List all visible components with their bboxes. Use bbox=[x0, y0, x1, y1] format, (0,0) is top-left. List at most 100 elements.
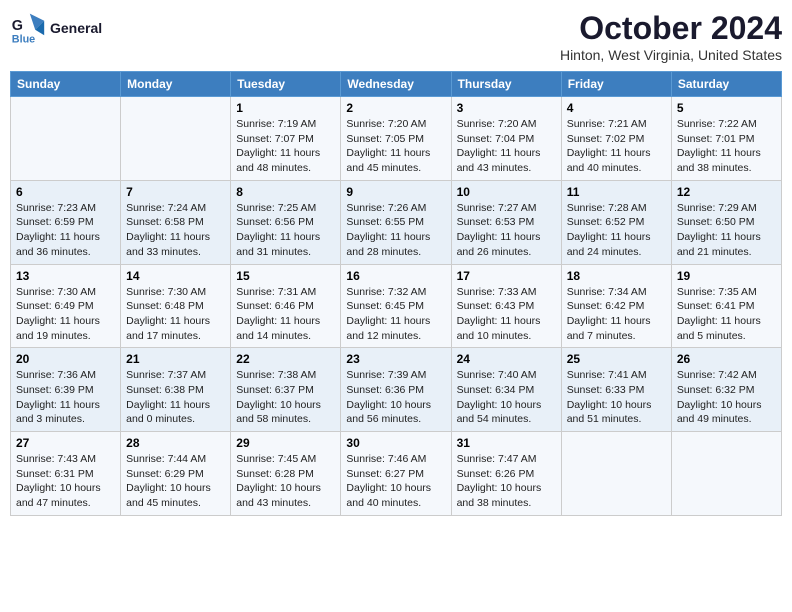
calendar-cell: 3Sunrise: 7:20 AM Sunset: 7:04 PM Daylig… bbox=[451, 97, 561, 181]
calendar-cell: 14Sunrise: 7:30 AM Sunset: 6:48 PM Dayli… bbox=[121, 264, 231, 348]
calendar-cell: 26 Sunrise: 7:42 AM Sunset: 6:32 PM Dayli… bbox=[671, 348, 781, 432]
day-number: 7 bbox=[126, 185, 225, 199]
calendar-cell bbox=[671, 432, 781, 516]
day-number: 19 bbox=[677, 269, 776, 283]
day-number: 5 bbox=[677, 101, 776, 115]
calendar-cell: 21 Sunrise: 7:37 AM Sunset: 6:38 PM Dayli… bbox=[121, 348, 231, 432]
calendar-week-row: 20 Sunrise: 7:36 AM Sunset: 6:39 PM Dayli… bbox=[11, 348, 782, 432]
day-info: Sunrise: 7:42 AM Sunset: 6:32 PM Dayligh… bbox=[677, 368, 776, 427]
day-info: Sunrise: 7:37 AM Sunset: 6:38 PM Dayligh… bbox=[126, 368, 225, 427]
day-info: Sunrise: 7:34 AM Sunset: 6:42 PM Dayligh… bbox=[567, 285, 666, 344]
day-number: 15 bbox=[236, 269, 335, 283]
day-number: 2 bbox=[346, 101, 445, 115]
day-info: Sunrise: 7:21 AM Sunset: 7:02 PM Dayligh… bbox=[567, 117, 666, 176]
day-number: 9 bbox=[346, 185, 445, 199]
calendar-week-row: 1 Sunrise: 7:19 AM Sunset: 7:07 PM Daylig… bbox=[11, 97, 782, 181]
day-number: 12 bbox=[677, 185, 776, 199]
calendar-cell: 1 Sunrise: 7:19 AM Sunset: 7:07 PM Daylig… bbox=[231, 97, 341, 181]
day-number: 24 bbox=[457, 352, 556, 366]
day-info: Sunrise: 7:26 AM Sunset: 6:55 PM Dayligh… bbox=[346, 201, 445, 260]
day-number: 30 bbox=[346, 436, 445, 450]
day-info: Sunrise: 7:44 AM Sunset: 6:29 PM Dayligh… bbox=[126, 452, 225, 511]
calendar-cell: 5 Sunrise: 7:22 AM Sunset: 7:01 PM Daylig… bbox=[671, 97, 781, 181]
day-info: Sunrise: 7:28 AM Sunset: 6:52 PM Dayligh… bbox=[567, 201, 666, 260]
day-number: 6 bbox=[16, 185, 115, 199]
day-number: 28 bbox=[126, 436, 225, 450]
day-info: Sunrise: 7:27 AM Sunset: 6:53 PM Dayligh… bbox=[457, 201, 556, 260]
day-info: Sunrise: 7:32 AM Sunset: 6:45 PM Dayligh… bbox=[346, 285, 445, 344]
svg-text:Blue: Blue bbox=[12, 33, 35, 45]
calendar-cell bbox=[121, 97, 231, 181]
calendar-cell: 15 Sunrise: 7:31 AM Sunset: 6:46 PM Dayli… bbox=[231, 264, 341, 348]
weekday-header: Friday bbox=[561, 72, 671, 97]
day-info: Sunrise: 7:45 AM Sunset: 6:28 PM Dayligh… bbox=[236, 452, 335, 511]
title-block: October 2024 Hinton, West Virginia, Unit… bbox=[560, 10, 782, 63]
day-info: Sunrise: 7:43 AM Sunset: 6:31 PM Dayligh… bbox=[16, 452, 115, 511]
day-info: Sunrise: 7:19 AM Sunset: 7:07 PM Dayligh… bbox=[236, 117, 335, 176]
day-info: Sunrise: 7:23 AM Sunset: 6:59 PM Dayligh… bbox=[16, 201, 115, 260]
calendar-header-row: SundayMondayTuesdayWednesdayThursdayFrid… bbox=[11, 72, 782, 97]
day-number: 16 bbox=[346, 269, 445, 283]
day-number: 8 bbox=[236, 185, 335, 199]
day-info: Sunrise: 7:31 AM Sunset: 6:46 PM Dayligh… bbox=[236, 285, 335, 344]
day-number: 26 bbox=[677, 352, 776, 366]
day-number: 21 bbox=[126, 352, 225, 366]
day-number: 18 bbox=[567, 269, 666, 283]
weekday-header: Monday bbox=[121, 72, 231, 97]
calendar-cell: 25Sunrise: 7:41 AM Sunset: 6:33 PM Dayli… bbox=[561, 348, 671, 432]
day-number: 25 bbox=[567, 352, 666, 366]
calendar-cell: 28 Sunrise: 7:44 AM Sunset: 6:29 PM Dayli… bbox=[121, 432, 231, 516]
day-number: 17 bbox=[457, 269, 556, 283]
day-number: 4 bbox=[567, 101, 666, 115]
day-info: Sunrise: 7:36 AM Sunset: 6:39 PM Dayligh… bbox=[16, 368, 115, 427]
logo: G Blue General bbox=[10, 10, 102, 46]
calendar-cell: 11 Sunrise: 7:28 AM Sunset: 6:52 PM Dayli… bbox=[561, 180, 671, 264]
calendar-week-row: 13 Sunrise: 7:30 AM Sunset: 6:49 PM Dayli… bbox=[11, 264, 782, 348]
day-info: Sunrise: 7:35 AM Sunset: 6:41 PM Dayligh… bbox=[677, 285, 776, 344]
calendar-cell: 29Sunrise: 7:45 AM Sunset: 6:28 PM Dayli… bbox=[231, 432, 341, 516]
calendar-cell: 16 Sunrise: 7:32 AM Sunset: 6:45 PM Dayli… bbox=[341, 264, 451, 348]
day-number: 11 bbox=[567, 185, 666, 199]
day-number: 20 bbox=[16, 352, 115, 366]
calendar-cell: 9 Sunrise: 7:26 AM Sunset: 6:55 PM Daylig… bbox=[341, 180, 451, 264]
calendar-cell: 30 Sunrise: 7:46 AM Sunset: 6:27 PM Dayli… bbox=[341, 432, 451, 516]
day-info: Sunrise: 7:30 AM Sunset: 6:48 PM Dayligh… bbox=[126, 285, 225, 344]
day-info: Sunrise: 7:39 AM Sunset: 6:36 PM Dayligh… bbox=[346, 368, 445, 427]
weekday-header: Saturday bbox=[671, 72, 781, 97]
calendar-cell: 8 Sunrise: 7:25 AM Sunset: 6:56 PM Daylig… bbox=[231, 180, 341, 264]
day-info: Sunrise: 7:22 AM Sunset: 7:01 PM Dayligh… bbox=[677, 117, 776, 176]
day-number: 10 bbox=[457, 185, 556, 199]
day-info: Sunrise: 7:30 AM Sunset: 6:49 PM Dayligh… bbox=[16, 285, 115, 344]
calendar-cell: 19 Sunrise: 7:35 AM Sunset: 6:41 PM Dayli… bbox=[671, 264, 781, 348]
day-number: 27 bbox=[16, 436, 115, 450]
location: Hinton, West Virginia, United States bbox=[560, 47, 782, 63]
calendar-cell: 24 Sunrise: 7:40 AM Sunset: 6:34 PM Dayli… bbox=[451, 348, 561, 432]
logo-text: General bbox=[50, 20, 102, 37]
day-number: 31 bbox=[457, 436, 556, 450]
day-info: Sunrise: 7:46 AM Sunset: 6:27 PM Dayligh… bbox=[346, 452, 445, 511]
calendar-cell: 4 Sunrise: 7:21 AM Sunset: 7:02 PM Daylig… bbox=[561, 97, 671, 181]
day-number: 13 bbox=[16, 269, 115, 283]
calendar-cell: 7 Sunrise: 7:24 AM Sunset: 6:58 PM Daylig… bbox=[121, 180, 231, 264]
day-number: 1 bbox=[236, 101, 335, 115]
calendar-cell: 31 Sunrise: 7:47 AM Sunset: 6:26 PM Dayli… bbox=[451, 432, 561, 516]
day-info: Sunrise: 7:40 AM Sunset: 6:34 PM Dayligh… bbox=[457, 368, 556, 427]
day-number: 22 bbox=[236, 352, 335, 366]
month-title: October 2024 bbox=[560, 10, 782, 47]
calendar-cell bbox=[11, 97, 121, 181]
calendar-cell: 13 Sunrise: 7:30 AM Sunset: 6:49 PM Dayli… bbox=[11, 264, 121, 348]
calendar-cell bbox=[561, 432, 671, 516]
day-info: Sunrise: 7:47 AM Sunset: 6:26 PM Dayligh… bbox=[457, 452, 556, 511]
calendar-cell: 22Sunrise: 7:38 AM Sunset: 6:37 PM Dayli… bbox=[231, 348, 341, 432]
calendar-cell: 10 Sunrise: 7:27 AM Sunset: 6:53 PM Dayli… bbox=[451, 180, 561, 264]
calendar-table: SundayMondayTuesdayWednesdayThursdayFrid… bbox=[10, 71, 782, 516]
day-number: 23 bbox=[346, 352, 445, 366]
calendar-cell: 17Sunrise: 7:33 AM Sunset: 6:43 PM Dayli… bbox=[451, 264, 561, 348]
svg-text:G: G bbox=[12, 18, 23, 34]
day-info: Sunrise: 7:25 AM Sunset: 6:56 PM Dayligh… bbox=[236, 201, 335, 260]
calendar-cell: 18 Sunrise: 7:34 AM Sunset: 6:42 PM Dayli… bbox=[561, 264, 671, 348]
day-info: Sunrise: 7:20 AM Sunset: 7:04 PM Dayligh… bbox=[457, 117, 556, 176]
calendar-week-row: 27 Sunrise: 7:43 AM Sunset: 6:31 PM Dayli… bbox=[11, 432, 782, 516]
day-info: Sunrise: 7:24 AM Sunset: 6:58 PM Dayligh… bbox=[126, 201, 225, 260]
weekday-header: Tuesday bbox=[231, 72, 341, 97]
